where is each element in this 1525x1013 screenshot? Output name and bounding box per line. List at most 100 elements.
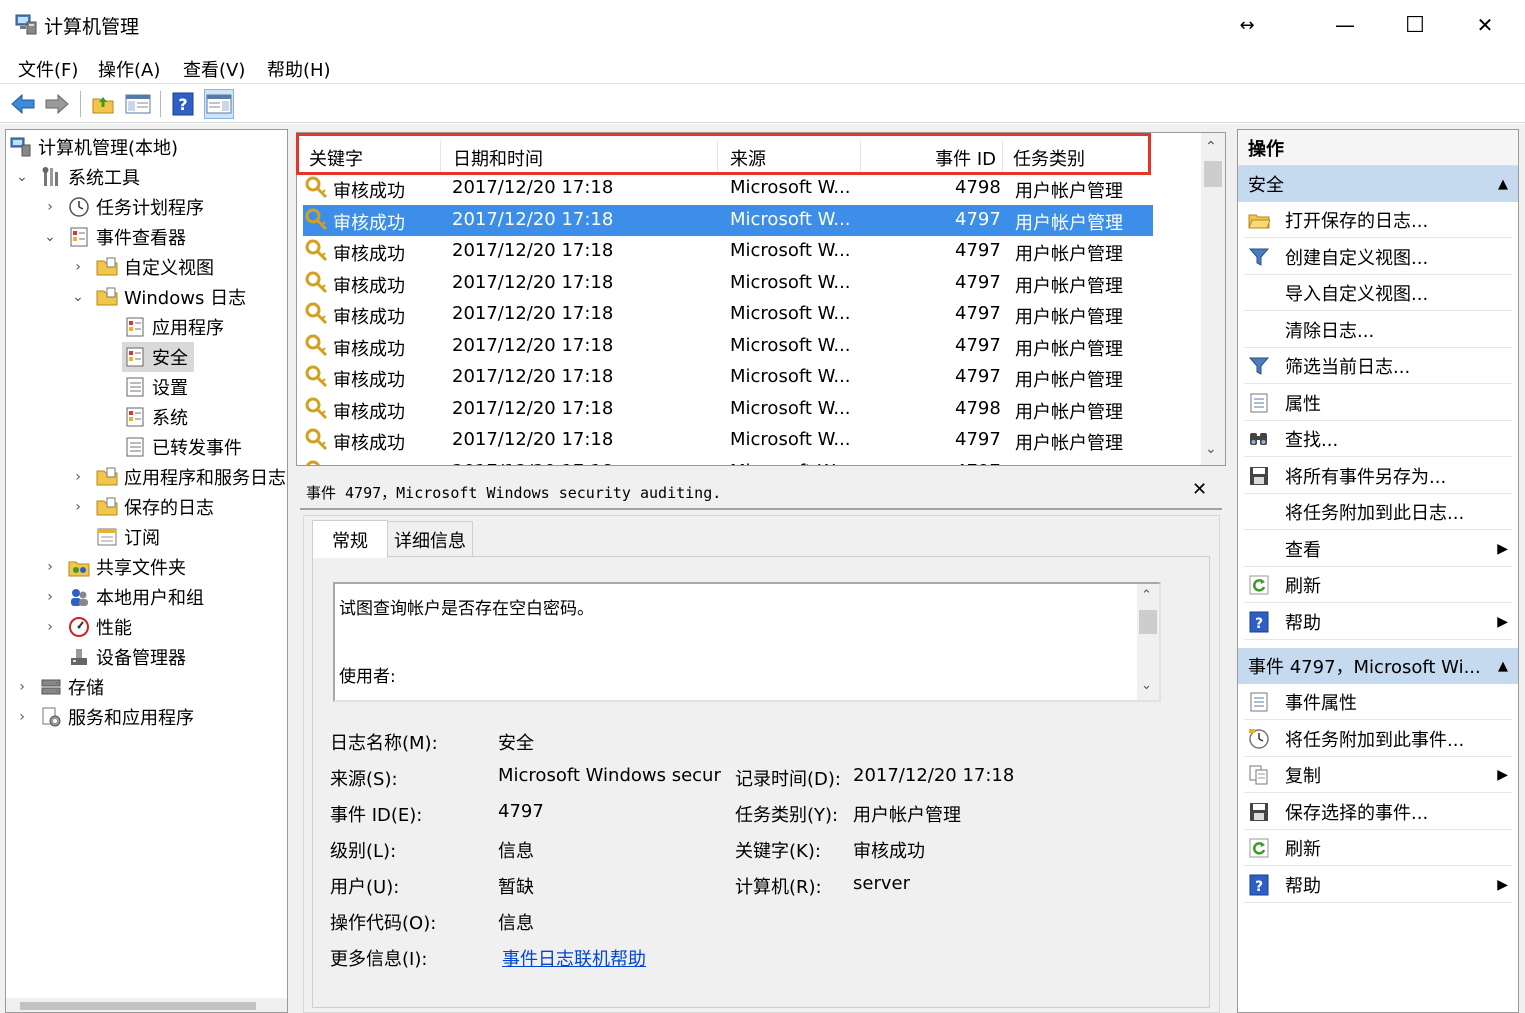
action-clear-log[interactable]: 清除日志... bbox=[1238, 312, 1518, 348]
tree-item-event-viewer[interactable]: 事件查看器 bbox=[68, 222, 186, 252]
back-icon[interactable] bbox=[8, 89, 38, 119]
show-hide-action-pane-icon[interactable] bbox=[204, 89, 234, 119]
scrollbar-thumb[interactable] bbox=[1204, 161, 1222, 187]
action-refresh[interactable]: 刷新 bbox=[1238, 567, 1518, 603]
scrollbar-thumb[interactable] bbox=[1139, 610, 1157, 634]
forward-icon[interactable] bbox=[42, 89, 72, 119]
tree-item-local-users-groups[interactable]: 本地用户和组 bbox=[68, 582, 204, 612]
event-row[interactable]: 审核成功 2017/12/20 17:18 Microsoft W... 4798 用户… bbox=[303, 173, 1153, 204]
list-vertical-scrollbar[interactable]: ⌃ ⌄ bbox=[1201, 133, 1225, 465]
event-row[interactable]: 审核成功 2017/12/20 17:18 Microsoft W... 4797 用户… bbox=[303, 236, 1153, 267]
tree-item-storage[interactable]: 存储 bbox=[40, 672, 104, 702]
action-save-all-events-as[interactable]: 将所有事件另存为... bbox=[1238, 458, 1518, 494]
actions-section-security[interactable]: 安全 ▲ bbox=[1238, 166, 1518, 202]
action-find[interactable]: 查找... bbox=[1238, 421, 1518, 457]
description-scrollbar[interactable]: ⌃ ⌄ bbox=[1137, 584, 1159, 700]
tree-item-security[interactable]: 安全 bbox=[122, 342, 194, 372]
logged-label: 记录时间(D): bbox=[735, 769, 841, 790]
tab-details[interactable]: 详细信息 bbox=[387, 521, 473, 557]
scroll-down-icon[interactable]: ⌄ bbox=[1205, 441, 1217, 457]
collapse-icon[interactable]: ▲ bbox=[1498, 659, 1508, 674]
tree-item-services-applications[interactable]: 服务和应用程序 bbox=[40, 702, 194, 732]
menu-view[interactable]: 查看(V) bbox=[183, 56, 245, 82]
tree-label: 订阅 bbox=[124, 528, 160, 549]
chevron-right-icon[interactable]: › bbox=[14, 702, 30, 732]
actions-section-event[interactable]: 事件 4797，Microsoft Wi... ▲ bbox=[1238, 648, 1518, 684]
tree-item-device-manager[interactable]: 设备管理器 bbox=[68, 642, 186, 672]
event-row[interactable]: 审核成功 2017/12/20 17:18 Microsoft W... 4797 用户… bbox=[303, 268, 1153, 299]
chevron-right-icon[interactable]: › bbox=[42, 582, 58, 612]
action-filter-current-log[interactable]: 筛选当前日志... bbox=[1238, 348, 1518, 384]
collapse-icon[interactable]: ▲ bbox=[1498, 177, 1508, 192]
tree-item-shared-folders[interactable]: 共享文件夹 bbox=[68, 552, 186, 582]
help-icon[interactable]: ? bbox=[168, 89, 198, 119]
action-help[interactable]: ? 帮助 ▶ bbox=[1238, 867, 1518, 903]
up-folder-icon[interactable] bbox=[88, 89, 118, 119]
action-attach-task-to-event[interactable]: 将任务附加到此事件... bbox=[1238, 721, 1518, 757]
scroll-down-icon[interactable]: ⌄ bbox=[1141, 678, 1152, 693]
show-hide-tree-icon[interactable] bbox=[123, 89, 153, 119]
tree-item-custom-views[interactable]: 自定义视图 bbox=[96, 252, 214, 282]
tree-item-task-scheduler[interactable]: 任务计划程序 bbox=[68, 192, 204, 222]
chevron-right-icon[interactable]: › bbox=[70, 252, 86, 282]
tree-horizontal-scrollbar[interactable] bbox=[6, 998, 287, 1012]
tree-item-windows-logs[interactable]: Windows 日志 bbox=[96, 282, 246, 312]
tree-item-system[interactable]: 系统 bbox=[124, 402, 188, 432]
cell-keyword: 审核成功 bbox=[333, 244, 405, 265]
menu-action[interactable]: 操作(A) bbox=[98, 56, 160, 82]
action-view[interactable]: 查看 ▶ bbox=[1238, 531, 1518, 567]
action-help[interactable]: ? 帮助 ▶ bbox=[1238, 604, 1518, 640]
tree-item-saved-logs[interactable]: 保存的日志 bbox=[96, 492, 214, 522]
tree-item-forwarded-events[interactable]: 已转发事件 bbox=[124, 432, 242, 462]
resize-icon[interactable]: ↔ bbox=[1212, 0, 1282, 50]
chevron-down-icon[interactable]: ⌄ bbox=[70, 282, 86, 312]
event-row[interactable]: 审核成功 2017/12/20 17:18 Microsoft W... 4798 用户… bbox=[303, 394, 1153, 425]
close-button[interactable]: ✕ bbox=[1450, 0, 1520, 50]
scroll-up-icon[interactable]: ⌃ bbox=[1141, 588, 1152, 603]
cell-event-id: 4797 bbox=[955, 461, 1001, 466]
action-save-selected-events[interactable]: 保存选择的事件... bbox=[1238, 794, 1518, 830]
action-attach-task-to-log[interactable]: 将任务附加到此日志... bbox=[1238, 494, 1518, 530]
tree-item-performance[interactable]: 性能 bbox=[68, 612, 132, 642]
tree-item-system-tools[interactable]: 系统工具 bbox=[40, 162, 140, 192]
cell-datetime: 2017/12/20 17:18 bbox=[452, 461, 613, 466]
action-open-saved-log[interactable]: 打开保存的日志... bbox=[1238, 202, 1518, 238]
action-refresh[interactable]: 刷新 bbox=[1238, 830, 1518, 866]
tree-item-app-service-logs[interactable]: 应用程序和服务日志 bbox=[96, 462, 286, 492]
tree-item-setup[interactable]: 设置 bbox=[124, 372, 188, 402]
action-event-properties[interactable]: 事件属性 bbox=[1238, 684, 1518, 720]
action-copy[interactable]: 复制 ▶ bbox=[1238, 757, 1518, 793]
cell-source: Microsoft W... bbox=[730, 334, 851, 356]
chevron-down-icon[interactable]: ⌄ bbox=[14, 162, 30, 192]
window-title: 计算机管理 bbox=[44, 16, 140, 38]
event-row[interactable]: 审核成功 2017/12/20 17:18 Microsoft W... 4797 用户… bbox=[303, 457, 1153, 466]
tree-item-application[interactable]: 应用程序 bbox=[124, 312, 224, 342]
event-log-online-help-link[interactable]: 事件日志联机帮助 bbox=[502, 945, 646, 971]
event-row[interactable]: 审核成功 2017/12/20 17:18 Microsoft W... 4797 用户… bbox=[303, 204, 1153, 236]
minimize-button[interactable]: — bbox=[1310, 0, 1380, 50]
action-properties[interactable]: 属性 bbox=[1238, 385, 1518, 421]
cell-task-category: 用户帐户管理 bbox=[1015, 244, 1123, 265]
chevron-right-icon[interactable]: › bbox=[42, 192, 58, 222]
scrollbar-thumb[interactable] bbox=[20, 1002, 256, 1010]
chevron-right-icon[interactable]: › bbox=[42, 552, 58, 582]
chevron-right-icon[interactable]: › bbox=[70, 462, 86, 492]
chevron-down-icon[interactable]: ⌄ bbox=[42, 222, 58, 252]
event-row[interactable]: 审核成功 2017/12/20 17:18 Microsoft W... 4797 用户… bbox=[303, 362, 1153, 393]
action-import-custom-view[interactable]: 导入自定义视图... bbox=[1238, 275, 1518, 311]
chevron-right-icon[interactable]: › bbox=[14, 672, 30, 702]
event-row[interactable]: 审核成功 2017/12/20 17:18 Microsoft W... 4797 用户… bbox=[303, 299, 1153, 330]
maximize-button[interactable]: ☐ bbox=[1380, 0, 1450, 50]
close-detail-icon[interactable]: ✕ bbox=[1192, 479, 1207, 500]
tab-general[interactable]: 常规 bbox=[312, 520, 388, 558]
tree-item-subscriptions[interactable]: 订阅 bbox=[96, 522, 160, 552]
event-row[interactable]: 审核成功 2017/12/20 17:18 Microsoft W... 4797 用户… bbox=[303, 425, 1153, 456]
action-create-custom-view[interactable]: 创建自定义视图... bbox=[1238, 239, 1518, 275]
menu-file[interactable]: 文件(F) bbox=[18, 56, 78, 82]
scroll-up-icon[interactable]: ⌃ bbox=[1205, 139, 1217, 155]
chevron-right-icon[interactable]: › bbox=[70, 492, 86, 522]
menu-help[interactable]: 帮助(H) bbox=[267, 56, 331, 82]
event-row[interactable]: 审核成功 2017/12/20 17:18 Microsoft W... 4797 用户… bbox=[303, 331, 1153, 362]
chevron-right-icon[interactable]: › bbox=[42, 612, 58, 642]
tree-item-computer-management[interactable]: 计算机管理(本地) bbox=[10, 132, 178, 162]
